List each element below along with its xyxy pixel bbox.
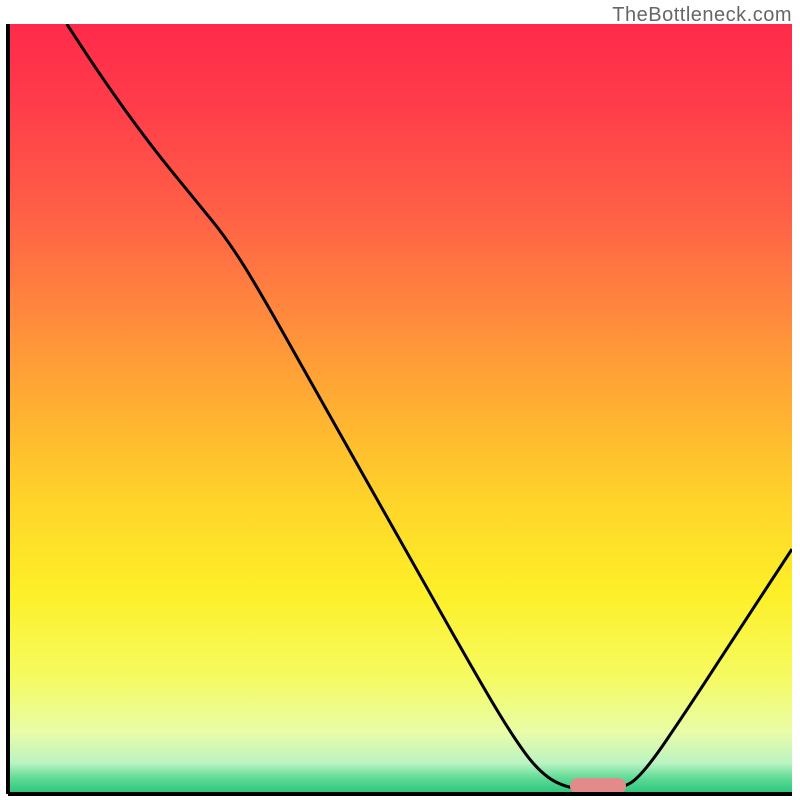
gradient-background	[8, 24, 792, 794]
bottleneck-chart	[8, 24, 792, 794]
x-axis	[8, 792, 792, 796]
y-axis	[6, 24, 10, 794]
watermark-text: TheBottleneck.com	[612, 4, 792, 27]
